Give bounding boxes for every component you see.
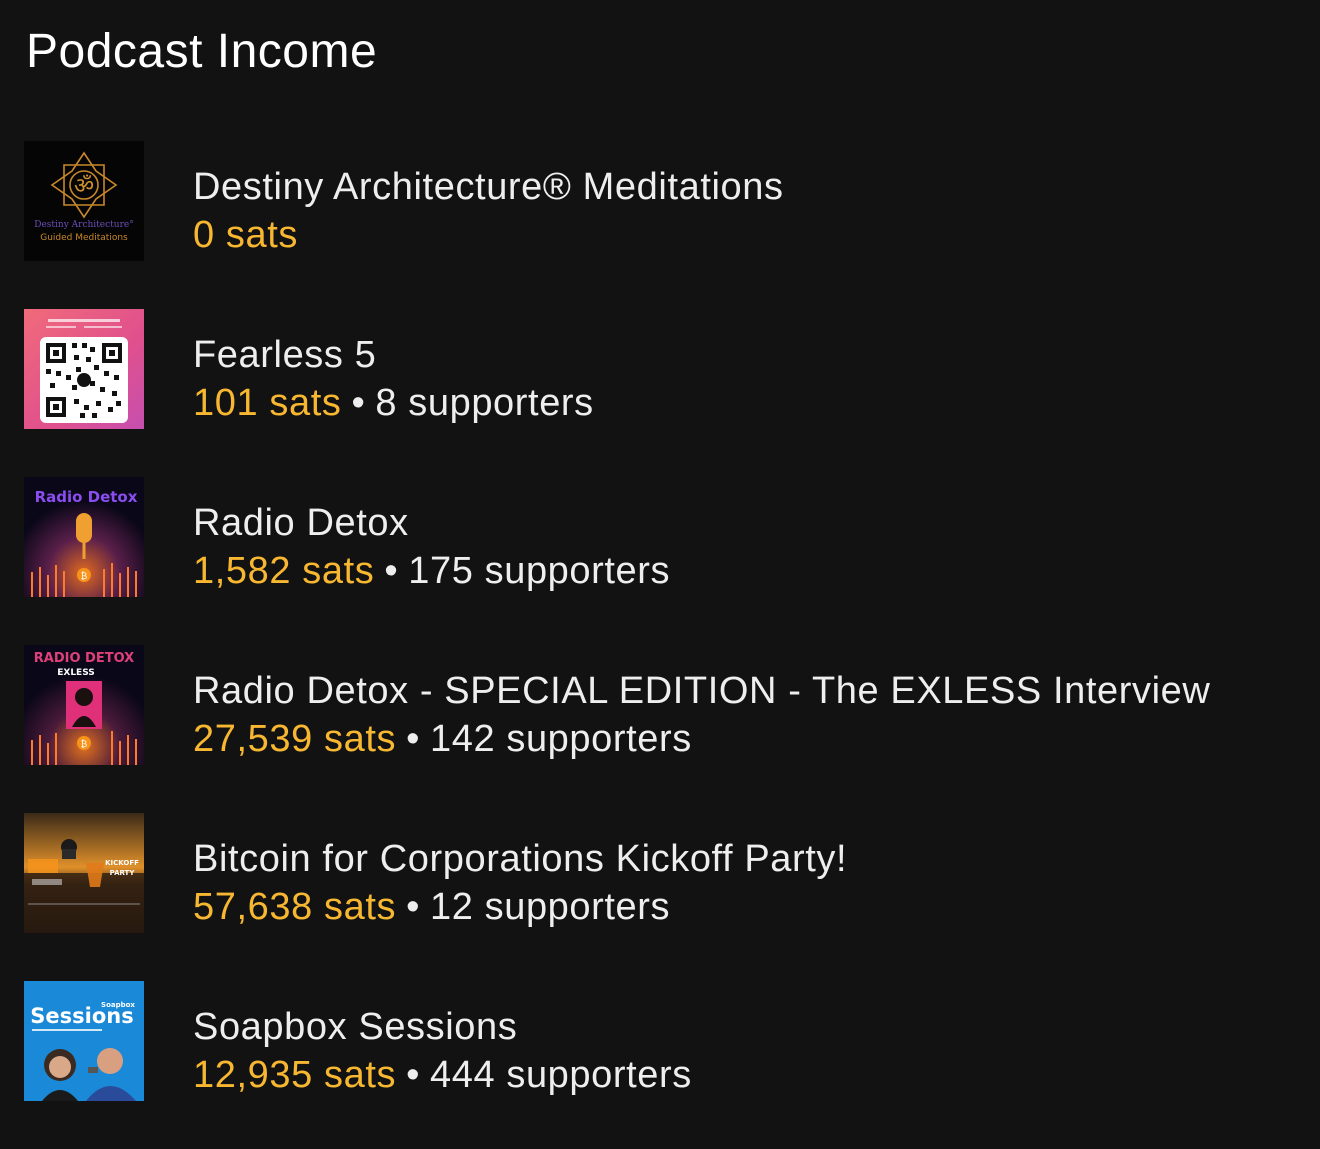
sats-amount: 101 sats: [193, 382, 342, 424]
supporters-count: 444 supporters: [429, 1054, 692, 1096]
podcast-name[interactable]: Radio Detox - SPECIAL EDITION - The EXLE…: [193, 667, 1210, 715]
cocktail-icon: KICKOFF PARTY: [24, 813, 144, 933]
supporters-count: 12 supporters: [429, 886, 671, 928]
list-item[interactable]: KICKOFF PARTY Bitcoin for Corporations K…: [24, 813, 1304, 981]
portrait-icon: RADIO DETOX EXLESS ₿: [24, 645, 144, 765]
svg-text:RADIO DETOX: RADIO DETOX: [34, 651, 134, 666]
om-mandala-icon: ॐ Destiny Architecture° Guided Meditatio…: [24, 141, 144, 261]
svg-text:Radio Detox: Radio Detox: [35, 488, 138, 506]
sats-amount: 12,935 sats: [193, 1054, 397, 1096]
podcast-name[interactable]: Radio Detox: [193, 499, 670, 547]
podcast-stats: 57,638 sats • 12 supporters: [193, 883, 847, 931]
sats-amount: 27,539 sats: [193, 718, 397, 760]
list-item[interactable]: Fearless 5 101 sats • 8 supporters: [24, 309, 1304, 477]
podcast-stats: 101 sats • 8 supporters: [193, 379, 594, 427]
podcast-stats: 12,935 sats • 444 supporters: [193, 1051, 692, 1099]
podcast-artwork[interactable]: ॐ Destiny Architecture° Guided Meditatio…: [24, 141, 144, 261]
sats-amount: 57,638 sats: [193, 886, 397, 928]
svg-text:KICKOFF: KICKOFF: [105, 859, 139, 867]
podcast-artwork[interactable]: Soapbox Sessions: [24, 981, 144, 1101]
separator-dot: •: [406, 1054, 420, 1096]
podcast-list: ॐ Destiny Architecture° Guided Meditatio…: [24, 141, 1304, 1149]
sats-amount: 1,582 sats: [193, 550, 375, 592]
separator-dot: •: [406, 886, 420, 928]
podcast-stats: 1,582 sats • 175 supporters: [193, 547, 670, 595]
podcast-name[interactable]: Bitcoin for Corporations Kickoff Party!: [193, 835, 847, 883]
svg-text:Destiny Architecture°: Destiny Architecture°: [34, 220, 133, 230]
podcast-info: Radio Detox 1,582 sats • 175 supporters: [193, 499, 670, 595]
separator-dot: •: [351, 382, 366, 424]
svg-text:₿: ₿: [81, 739, 88, 750]
qr-code-icon: [24, 309, 144, 429]
svg-text:₿: ₿: [81, 571, 88, 582]
svg-text:Sessions: Sessions: [30, 1004, 133, 1028]
podcast-artwork[interactable]: KICKOFF PARTY: [24, 813, 144, 933]
svg-text:EXLESS: EXLESS: [57, 668, 95, 678]
hosts-photo-icon: Soapbox Sessions: [24, 981, 144, 1101]
separator-dot: •: [406, 718, 420, 760]
podcast-artwork[interactable]: Radio Detox ₿: [24, 477, 144, 597]
supporters-count: 175 supporters: [408, 550, 671, 592]
list-item[interactable]: ॐ Destiny Architecture° Guided Meditatio…: [24, 141, 1304, 309]
supporters-count: 8 supporters: [375, 382, 594, 424]
podcast-info: Bitcoin for Corporations Kickoff Party! …: [193, 835, 847, 931]
svg-text:PARTY: PARTY: [110, 869, 136, 877]
podcast-info: Destiny Architecture® Meditations 0 sats: [193, 163, 784, 259]
podcast-info: Soapbox Sessions 12,935 sats • 444 support…: [193, 1003, 692, 1099]
list-item[interactable]: Soapbox Sessions Soapbox Sessions 12,935…: [24, 981, 1304, 1149]
separator-dot: •: [384, 550, 399, 592]
podcast-stats: 0 sats: [193, 211, 784, 259]
list-item[interactable]: RADIO DETOX EXLESS ₿ Radio Detox - SPECI…: [24, 645, 1304, 813]
podcast-info: Radio Detox - SPECIAL EDITION - The EXLE…: [193, 667, 1210, 763]
podcast-name[interactable]: Fearless 5: [193, 331, 594, 379]
page-title: Podcast Income: [26, 25, 378, 78]
podcast-name[interactable]: Soapbox Sessions: [193, 1003, 692, 1051]
supporters-count: 142 supporters: [429, 718, 692, 760]
svg-text:ॐ: ॐ: [74, 174, 94, 199]
sats-amount: 0 sats: [193, 214, 298, 256]
microphone-icon: Radio Detox ₿: [24, 477, 144, 597]
list-item[interactable]: Radio Detox ₿ Radio Detox 1,582 sats • 175…: [24, 477, 1304, 645]
podcast-info: Fearless 5 101 sats • 8 supporters: [193, 331, 594, 427]
podcast-name[interactable]: Destiny Architecture® Meditations: [193, 163, 784, 211]
podcast-artwork[interactable]: RADIO DETOX EXLESS ₿: [24, 645, 144, 765]
svg-text:Guided Meditations: Guided Meditations: [40, 233, 128, 243]
podcast-artwork[interactable]: [24, 309, 144, 429]
podcast-stats: 27,539 sats • 142 supporters: [193, 715, 1210, 763]
